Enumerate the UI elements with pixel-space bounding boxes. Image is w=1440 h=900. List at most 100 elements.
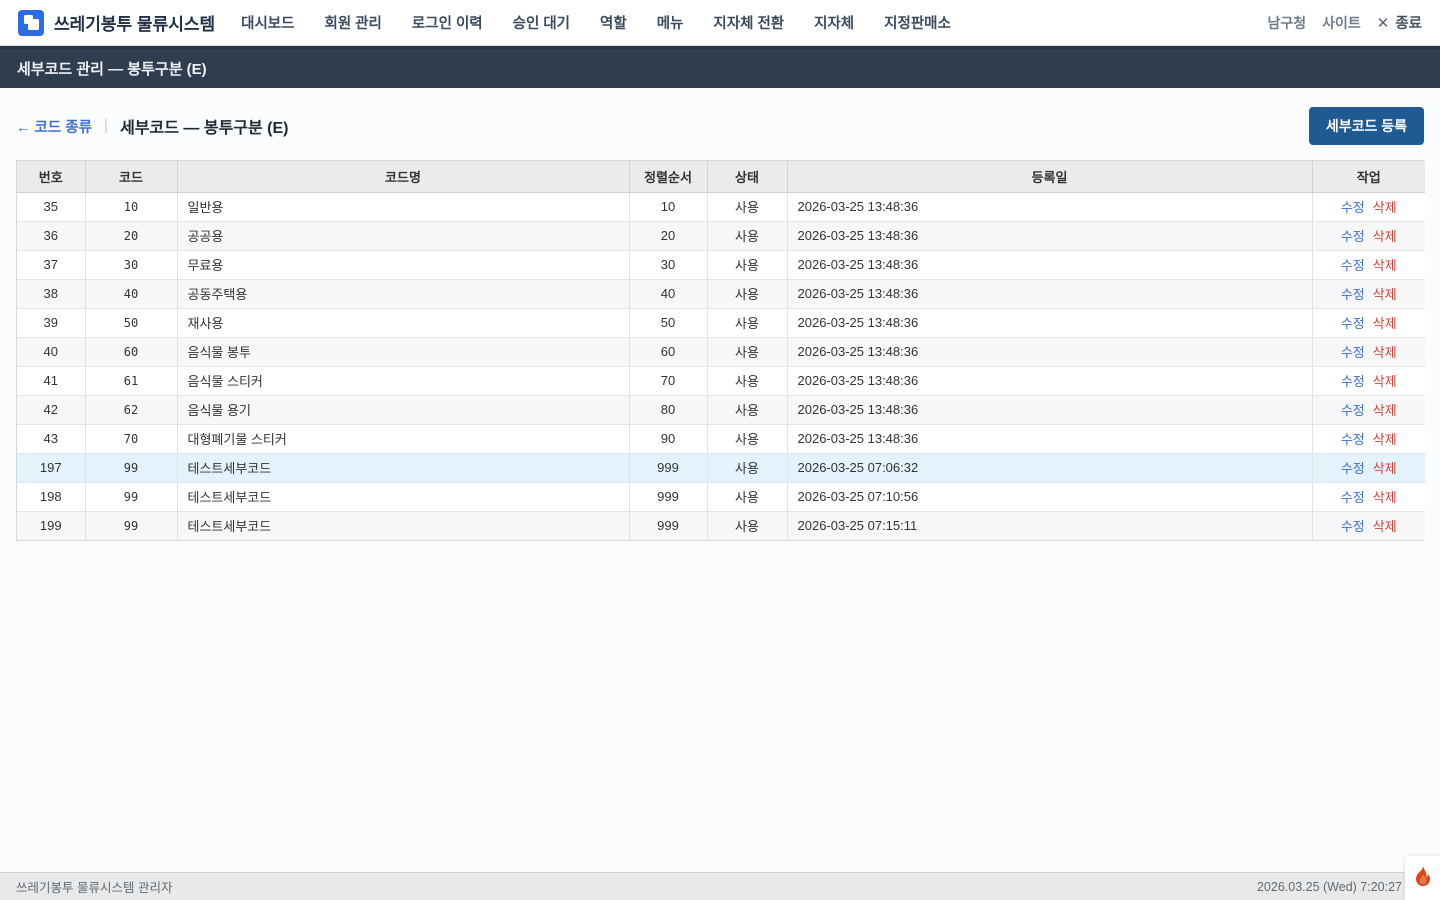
row-actions: 수정 삭제 [1312, 511, 1425, 540]
row-no: 42 [17, 395, 85, 424]
row-code: 50 [85, 308, 177, 337]
delete-link[interactable]: 삭제 [1373, 287, 1397, 302]
row-code: 40 [85, 279, 177, 308]
edit-link[interactable]: 수정 [1341, 432, 1365, 447]
row-order: 70 [629, 366, 707, 395]
close-icon: ✕ [1377, 14, 1390, 32]
delete-link[interactable]: 삭제 [1373, 432, 1397, 447]
delete-link[interactable]: 삭제 [1373, 461, 1397, 476]
delete-link[interactable]: 삭제 [1373, 519, 1397, 534]
delete-link[interactable]: 삭제 [1373, 316, 1397, 331]
table-row: 3730무료용30사용2026-03-25 13:48:36수정삭제 [17, 250, 1425, 279]
row-name: 재사용 [177, 308, 629, 337]
logout-label: 종료 [1395, 12, 1422, 33]
delete-link[interactable]: 삭제 [1373, 403, 1397, 418]
edit-link[interactable]: 수정 [1341, 229, 1365, 244]
row-code: 60 [85, 337, 177, 366]
nav-item-1[interactable]: 회원 관리 [325, 12, 382, 33]
row-order: 999 [629, 453, 707, 482]
delete-link[interactable]: 삭제 [1373, 374, 1397, 389]
row-no: 40 [17, 337, 85, 366]
row-status: 사용 [707, 337, 787, 366]
row-actions: 수정 삭제 [1312, 482, 1425, 511]
row-status: 사용 [707, 192, 787, 221]
row-code: 99 [85, 453, 177, 482]
main-nav: 대시보드 회원 관리 로그인 이력 승인 대기 역할 메뉴 지자체 전환 지자체 지정판매소 [241, 12, 951, 33]
row-name: 음식물 봉투 [177, 337, 629, 366]
edit-link[interactable]: 수정 [1341, 519, 1365, 534]
site-link[interactable]: 사이트 [1322, 13, 1361, 33]
row-status: 사용 [707, 395, 787, 424]
row-date: 2026-03-25 07:06:32 [787, 453, 1312, 482]
edit-link[interactable]: 수정 [1341, 258, 1365, 273]
row-no: 197 [17, 453, 85, 482]
page-title: 세부코드 — 봉투구분 (E) [120, 114, 288, 138]
edit-link[interactable]: 수정 [1341, 287, 1365, 302]
edit-link[interactable]: 수정 [1341, 200, 1365, 215]
row-name: 테스트세부코드 [177, 511, 629, 540]
nav-item-8[interactable]: 지정판매소 [884, 12, 951, 33]
row-no: 37 [17, 250, 85, 279]
delete-link[interactable]: 삭제 [1373, 345, 1397, 360]
nav-item-6[interactable]: 지자체 전환 [713, 12, 784, 33]
column-header-2: 코드명 [177, 161, 629, 192]
row-code: 99 [85, 482, 177, 511]
nav-item-4[interactable]: 역할 [600, 12, 627, 33]
row-actions: 수정 삭제 [1312, 424, 1425, 453]
edit-link[interactable]: 수정 [1341, 403, 1365, 418]
footer: 쓰레기봉투 물류시스템 관리자 2026.03.25 (Wed) 7:20:27 [0, 872, 1440, 900]
register-detail-code-button[interactable]: 세부코드 등록 [1309, 107, 1424, 145]
nav-item-0[interactable]: 대시보드 [241, 12, 294, 33]
row-name: 일반용 [177, 192, 629, 221]
row-name: 공공용 [177, 221, 629, 250]
brand[interactable]: 쓰레기봉투 물류시스템 [18, 10, 215, 36]
row-date: 2026-03-25 13:48:36 [787, 221, 1312, 250]
framework-badge[interactable] [1405, 856, 1440, 900]
edit-link[interactable]: 수정 [1341, 490, 1365, 505]
footer-admin-label: 쓰레기봉투 물류시스템 관리자 [16, 877, 172, 896]
row-name: 음식물 스티커 [177, 366, 629, 395]
table-row: 3840공동주택용40사용2026-03-25 13:48:36수정삭제 [17, 279, 1425, 308]
org-name: 남구청 [1267, 13, 1306, 33]
nav-item-7[interactable]: 지자체 [814, 12, 854, 33]
row-order: 40 [629, 279, 707, 308]
row-order: 80 [629, 395, 707, 424]
column-header-5: 등록일 [787, 161, 1312, 192]
table-row: 3950재사용50사용2026-03-25 13:48:36수정삭제 [17, 308, 1425, 337]
row-date: 2026-03-25 13:48:36 [787, 308, 1312, 337]
row-date: 2026-03-25 13:48:36 [787, 424, 1312, 453]
edit-link[interactable]: 수정 [1341, 316, 1365, 331]
row-date: 2026-03-25 13:48:36 [787, 395, 1312, 424]
column-header-4: 상태 [707, 161, 787, 192]
row-date: 2026-03-25 07:10:56 [787, 482, 1312, 511]
logout-button[interactable]: ✕ 종료 [1377, 12, 1422, 33]
delete-link[interactable]: 삭제 [1373, 258, 1397, 273]
footer-datetime: 2026.03.25 (Wed) 7:20:27 [1257, 880, 1424, 894]
table-row: 4262음식물 용기80사용2026-03-25 13:48:36수정삭제 [17, 395, 1425, 424]
edit-link[interactable]: 수정 [1341, 461, 1365, 476]
back-to-code-types-link[interactable]: ← 코드 종류 [16, 116, 92, 137]
row-status: 사용 [707, 482, 787, 511]
main-content: ← 코드 종류 | 세부코드 — 봉투구분 (E) 세부코드 등록 번호코드코드… [0, 88, 1440, 541]
row-no: 199 [17, 511, 85, 540]
delete-link[interactable]: 삭제 [1373, 229, 1397, 244]
edit-link[interactable]: 수정 [1341, 345, 1365, 360]
delete-link[interactable]: 삭제 [1373, 200, 1397, 215]
nav-item-3[interactable]: 승인 대기 [513, 12, 570, 33]
nav-item-5[interactable]: 메뉴 [657, 12, 684, 33]
table-row: 3620공공용20사용2026-03-25 13:48:36수정삭제 [17, 221, 1425, 250]
nav-item-2[interactable]: 로그인 이력 [412, 12, 483, 33]
row-name: 음식물 용기 [177, 395, 629, 424]
row-code: 30 [85, 250, 177, 279]
edit-link[interactable]: 수정 [1341, 374, 1365, 389]
column-header-3: 정렬순서 [629, 161, 707, 192]
app-logo-icon [18, 10, 44, 36]
row-code: 20 [85, 221, 177, 250]
row-order: 999 [629, 511, 707, 540]
table-row: 4370대형폐기물 스티커90사용2026-03-25 13:48:36수정삭제 [17, 424, 1425, 453]
delete-link[interactable]: 삭제 [1373, 490, 1397, 505]
row-actions: 수정 삭제 [1312, 337, 1425, 366]
row-order: 60 [629, 337, 707, 366]
row-order: 999 [629, 482, 707, 511]
row-date: 2026-03-25 13:48:36 [787, 192, 1312, 221]
